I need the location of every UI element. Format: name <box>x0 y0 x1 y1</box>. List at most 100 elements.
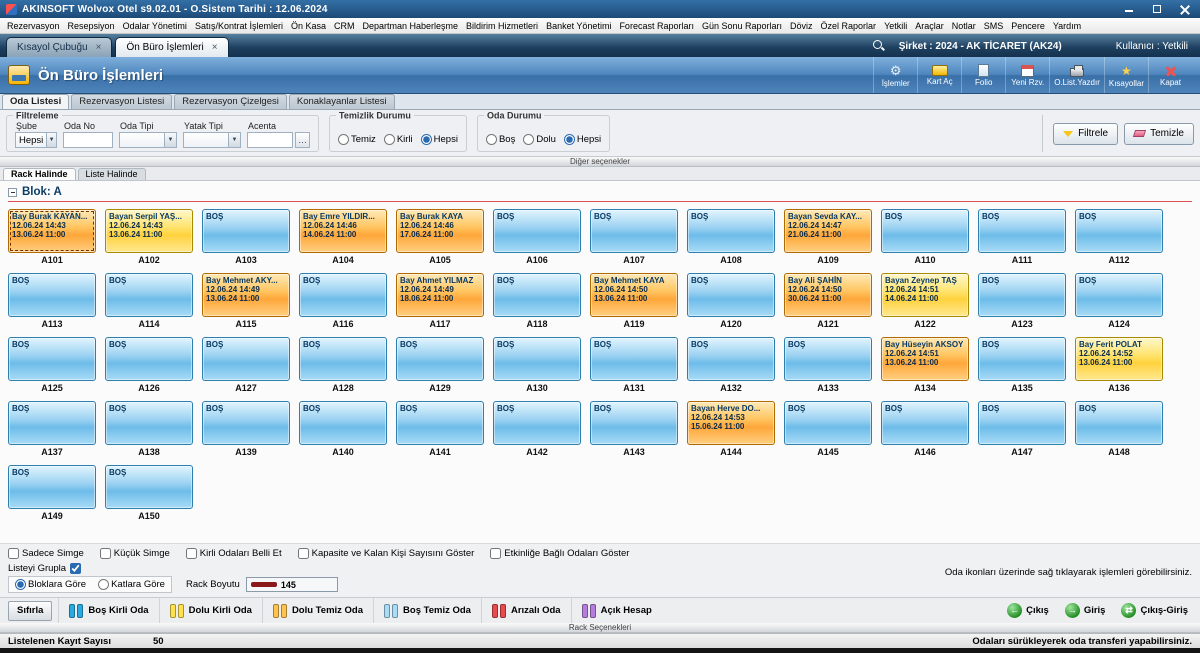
room-a130[interactable]: BOŞ <box>493 337 581 381</box>
oda-durumu-radio[interactable]: Dolu <box>523 134 556 145</box>
action-giris-button[interactable]: →Giriş <box>1065 603 1106 618</box>
menu-item[interactable]: Özel Raporlar <box>817 20 881 32</box>
collapse-icon[interactable] <box>8 188 17 197</box>
room-a111[interactable]: BOŞ <box>978 209 1066 253</box>
menu-item[interactable]: Gün Sonu Raporları <box>698 20 786 32</box>
room-a115[interactable]: Bay Mehmet AKY...12.06.24 14:4913.06.24 … <box>202 273 290 317</box>
room-a129[interactable]: BOŞ <box>396 337 484 381</box>
tab-close-icon[interactable]: × <box>96 43 102 53</box>
display-option-checkbox[interactable]: Kapasite ve Kalan Kişi Sayısını Göster <box>298 548 475 559</box>
subtab[interactable]: Oda Listesi <box>2 94 69 109</box>
room-a146[interactable]: BOŞ <box>881 401 969 445</box>
temizle-button[interactable]: Temizle <box>1124 123 1194 145</box>
toolbar-folio-button[interactable]: Folio <box>961 57 1005 93</box>
room-a124[interactable]: BOŞ <box>1075 273 1163 317</box>
display-option-checkbox[interactable]: Sadece Simge <box>8 548 84 559</box>
room-a141[interactable]: BOŞ <box>396 401 484 445</box>
menu-item[interactable]: Yetkili <box>880 20 911 32</box>
toolbar-printer-button[interactable]: O.List.Yazdır <box>1049 57 1104 93</box>
room-a133[interactable]: BOŞ <box>784 337 872 381</box>
room-a138[interactable]: BOŞ <box>105 401 193 445</box>
oda-durumu-radio[interactable]: Boş <box>486 134 515 145</box>
room-a136[interactable]: Bay Ferit POLAT12.06.24 14:5213.06.24 11… <box>1075 337 1163 381</box>
room-a110[interactable]: BOŞ <box>881 209 969 253</box>
minimize-icon[interactable] <box>1124 4 1134 14</box>
oda-durumu-radio-input[interactable] <box>523 134 534 145</box>
room-a134[interactable]: Bay Hüseyin AKSOY12.06.24 14:5113.06.24 … <box>881 337 969 381</box>
menu-item[interactable]: CRM <box>330 20 359 32</box>
room-a116[interactable]: BOŞ <box>299 273 387 317</box>
display-option-checkbox-input[interactable] <box>298 548 309 559</box>
temizlik-radio[interactable]: Hepsi <box>421 134 458 145</box>
room-a132[interactable]: BOŞ <box>687 337 775 381</box>
action-cikis-button[interactable]: ←Çıkış <box>1007 603 1049 618</box>
action-cikis-giris-button[interactable]: ⇄Çıkış-Giriş <box>1121 603 1188 618</box>
slider-handle[interactable] <box>251 582 277 587</box>
room-a117[interactable]: Bay Ahmet YILMAZ12.06.24 14:4918.06.24 1… <box>396 273 484 317</box>
toolbar-card-button[interactable]: Kart Aç <box>917 57 961 93</box>
display-option-checkbox-input[interactable] <box>490 548 501 559</box>
room-a118[interactable]: BOŞ <box>493 273 581 317</box>
temizlik-radio[interactable]: Kirli <box>384 134 413 145</box>
toolbar-shortcuts-button[interactable]: Kısayollar <box>1104 57 1148 93</box>
close-icon[interactable] <box>1180 4 1190 14</box>
group-by-radio-input[interactable] <box>15 579 26 590</box>
room-a108[interactable]: BOŞ <box>687 209 775 253</box>
room-a140[interactable]: BOŞ <box>299 401 387 445</box>
reset-button[interactable]: Sıfırla <box>8 601 52 621</box>
group-by-radio[interactable]: Katlara Göre <box>98 579 165 590</box>
room-a104[interactable]: Bay Emre YILDIR...12.06.24 14:4614.06.24… <box>299 209 387 253</box>
temizlik-radio-input[interactable] <box>421 134 432 145</box>
room-a103[interactable]: BOŞ <box>202 209 290 253</box>
room-a131[interactable]: BOŞ <box>590 337 678 381</box>
room-a120[interactable]: BOŞ <box>687 273 775 317</box>
listeyi-grupla-checkbox-input[interactable] <box>70 563 81 574</box>
room-a123[interactable]: BOŞ <box>978 273 1066 317</box>
menu-item[interactable]: SMS <box>980 20 1008 32</box>
subtab[interactable]: Rezervasyon Çizelgesi <box>174 94 287 109</box>
display-option-checkbox-input[interactable] <box>186 548 197 559</box>
display-option-checkbox-input[interactable] <box>8 548 19 559</box>
menu-item[interactable]: Odalar Yönetimi <box>119 20 191 32</box>
menu-item[interactable]: Pencere <box>1007 20 1049 32</box>
menu-item[interactable]: Notlar <box>948 20 980 32</box>
menu-item[interactable]: Satış/Kontrat İşlemleri <box>191 20 287 32</box>
group-by-radio-input[interactable] <box>98 579 109 590</box>
room-a143[interactable]: BOŞ <box>590 401 678 445</box>
room-a147[interactable]: BOŞ <box>978 401 1066 445</box>
room-a127[interactable]: BOŞ <box>202 337 290 381</box>
room-a135[interactable]: BOŞ <box>978 337 1066 381</box>
room-a109[interactable]: Bayan Sevda KAY...12.06.24 14:4721.06.24… <box>784 209 872 253</box>
toolbar-calendar-button[interactable]: Yeni Rzv. <box>1005 57 1049 93</box>
display-option-checkbox[interactable]: Etkinliğe Bağlı Odaları Göster <box>490 548 629 559</box>
view-tab[interactable]: Liste Halinde <box>78 168 146 180</box>
subtab[interactable]: Konaklayanlar Listesi <box>289 94 395 109</box>
subtab[interactable]: Rezervasyon Listesi <box>71 94 172 109</box>
menu-item[interactable]: Banket Yönetimi <box>542 20 615 32</box>
room-a114[interactable]: BOŞ <box>105 273 193 317</box>
room-a144[interactable]: Bayan Herve DO...12.06.24 14:5315.06.24 … <box>687 401 775 445</box>
oda-durumu-radio[interactable]: Hepsi <box>564 134 601 145</box>
toolbar-gear-button[interactable]: İşlemler <box>873 57 917 93</box>
yatak-tipi-select[interactable]: ▼ <box>183 132 241 148</box>
display-option-checkbox-input[interactable] <box>100 548 111 559</box>
temizlik-radio-input[interactable] <box>384 134 395 145</box>
rack-options-splitter[interactable]: Rack Seçenekleri <box>0 623 1200 633</box>
room-a142[interactable]: BOŞ <box>493 401 581 445</box>
menu-item[interactable]: Döviz <box>786 20 817 32</box>
acenta-input[interactable] <box>247 132 293 148</box>
room-a107[interactable]: BOŞ <box>590 209 678 253</box>
room-a128[interactable]: BOŞ <box>299 337 387 381</box>
search-icon[interactable] <box>873 40 885 52</box>
room-a119[interactable]: Bay Mehmet KAYA12.06.24 14:5013.06.24 11… <box>590 273 678 317</box>
maximize-icon[interactable] <box>1152 4 1162 14</box>
room-a105[interactable]: Bay Burak KAYA12.06.24 14:4617.06.24 11:… <box>396 209 484 253</box>
document-tab[interactable]: Kısayol Çubuğu× <box>6 37 112 57</box>
menu-item[interactable]: Departman Haberleşme <box>359 20 463 32</box>
sube-select[interactable]: Hepsi ▼ <box>15 132 57 148</box>
filtrele-button[interactable]: Filtrele <box>1053 123 1118 145</box>
room-a137[interactable]: BOŞ <box>8 401 96 445</box>
temizlik-radio[interactable]: Temiz <box>338 134 376 145</box>
room-a106[interactable]: BOŞ <box>493 209 581 253</box>
temizlik-radio-input[interactable] <box>338 134 349 145</box>
